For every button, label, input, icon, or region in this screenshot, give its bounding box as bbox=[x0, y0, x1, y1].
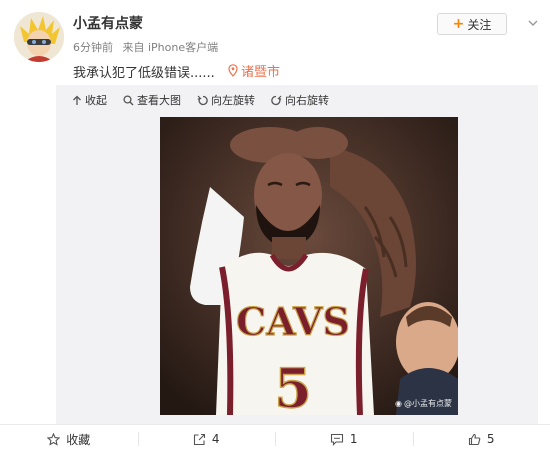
post-actions: 收藏 4 1 5 bbox=[0, 424, 550, 453]
jersey-number: 5 bbox=[274, 356, 312, 415]
post-text: 我承认犯了低级错误...... bbox=[73, 62, 215, 81]
post-meta: 6分钟前 来自 iPhone客户端 bbox=[73, 39, 224, 55]
repost-count: 4 bbox=[212, 432, 220, 446]
jersey-text: CAVS bbox=[236, 299, 350, 344]
like-button[interactable]: 5 bbox=[413, 425, 550, 453]
image-panel: 收起 查看大图 向左旋转 向右旋转 bbox=[56, 85, 538, 425]
share-icon bbox=[193, 433, 206, 446]
post-source[interactable]: 来自 iPhone客户端 bbox=[123, 41, 219, 54]
chevron-down-icon[interactable] bbox=[526, 16, 540, 30]
view-large-label: 查看大图 bbox=[137, 92, 181, 108]
comment-button[interactable]: 1 bbox=[275, 425, 413, 453]
rotate-left-button[interactable]: 向左旋转 bbox=[197, 92, 255, 108]
plus-icon: + bbox=[453, 17, 465, 31]
rotate-right-button[interactable]: 向右旋转 bbox=[271, 92, 329, 108]
avatar[interactable] bbox=[14, 12, 64, 62]
star-icon bbox=[47, 433, 60, 446]
favorite-label: 收藏 bbox=[66, 431, 90, 448]
like-count: 5 bbox=[487, 432, 495, 446]
repost-button[interactable]: 4 bbox=[138, 425, 276, 453]
view-large-button[interactable]: 查看大图 bbox=[123, 92, 181, 108]
thumbs-up-icon bbox=[468, 433, 481, 446]
favorite-button[interactable]: 收藏 bbox=[0, 425, 138, 453]
location-link[interactable]: 诸暨市 bbox=[228, 61, 280, 80]
follow-button[interactable]: + 关注 bbox=[437, 13, 507, 35]
follow-label: 关注 bbox=[467, 16, 491, 33]
rotate-left-icon bbox=[197, 95, 208, 106]
watermark-label: @小孟有点蒙 bbox=[404, 398, 452, 409]
location-pin-icon bbox=[228, 64, 238, 77]
username[interactable]: 小孟有点蒙 bbox=[73, 13, 143, 33]
rotate-right-icon bbox=[271, 95, 282, 106]
rotate-left-label: 向左旋转 bbox=[211, 92, 255, 108]
post-time[interactable]: 6分钟前 bbox=[73, 41, 113, 54]
magnifier-icon bbox=[123, 95, 134, 106]
collapse-label: 收起 bbox=[85, 92, 107, 108]
rotate-right-label: 向右旋转 bbox=[285, 92, 329, 108]
basketball-player-illustration: CAVS 5 bbox=[160, 117, 458, 415]
comment-icon bbox=[330, 433, 344, 446]
location-label: 诸暨市 bbox=[241, 61, 280, 80]
collapse-button[interactable]: 收起 bbox=[72, 92, 107, 108]
weibo-logo-icon: ◉ bbox=[395, 399, 402, 408]
arrow-up-icon bbox=[72, 95, 82, 106]
avatar-image bbox=[14, 12, 64, 62]
comment-count: 1 bbox=[350, 432, 358, 446]
post-photo[interactable]: CAVS 5 ◉ @小孟有点蒙 bbox=[160, 117, 458, 415]
image-watermark: ◉ @小孟有点蒙 bbox=[395, 398, 452, 409]
image-toolbar: 收起 查看大图 向左旋转 向右旋转 bbox=[56, 85, 538, 115]
